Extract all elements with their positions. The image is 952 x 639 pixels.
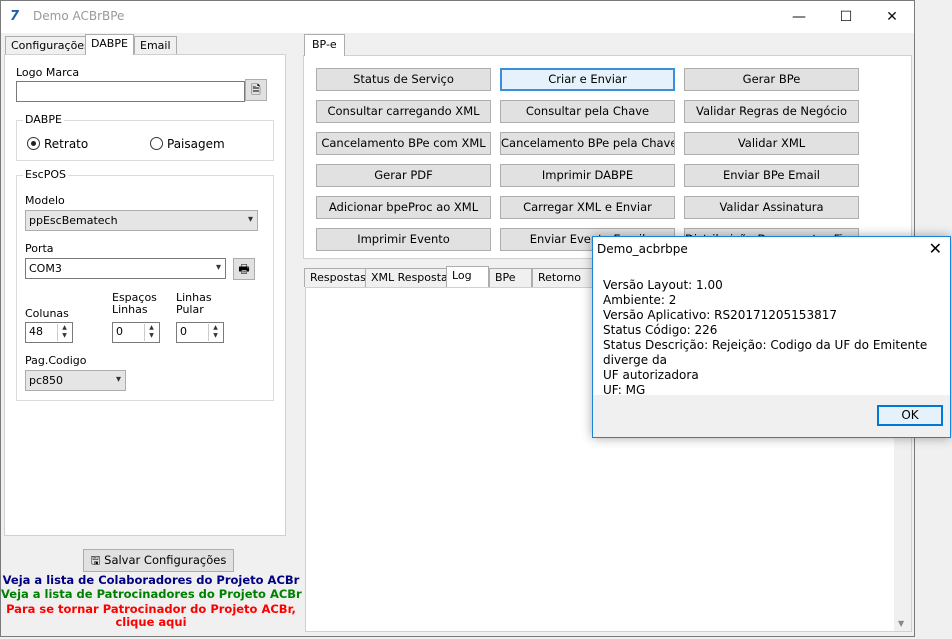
- cancelamento-xml-button[interactable]: Cancelamento BPe com XML: [316, 132, 491, 155]
- tornar-patrocinador-link[interactable]: Para se tornar Patrocinador do Projeto A…: [1, 602, 301, 616]
- spin-down-icon[interactable]: ▼: [209, 332, 222, 340]
- file-icon: 🗎: [251, 83, 261, 97]
- imprimir-dabpe-button[interactable]: Imprimir DABPE: [500, 164, 675, 187]
- dialog-footer: OK: [593, 395, 950, 437]
- consultar-chave-button[interactable]: Consultar pela Chave: [500, 100, 675, 123]
- chevron-down-icon: ▾: [115, 374, 121, 385]
- tab-bpe-result[interactable]: BPe: [489, 268, 532, 287]
- spin-up-icon[interactable]: ▲: [145, 324, 158, 332]
- espacos-stepper[interactable]: 0 ▲ ▼: [112, 322, 160, 343]
- criar-enviar-button[interactable]: Criar e Enviar: [500, 68, 675, 91]
- spin-up-icon[interactable]: ▲: [58, 324, 71, 332]
- espacos-label-2: Linhas: [112, 303, 148, 316]
- logo-marca-label: Logo Marca: [16, 66, 80, 79]
- printer-config-button[interactable]: 🖶: [233, 258, 255, 280]
- escpos-group-title: EscPOS: [23, 168, 69, 181]
- dialog-line: Status Código: 226: [603, 323, 718, 337]
- status-servico-button[interactable]: Status de Serviço: [316, 68, 491, 91]
- gerar-bpe-button[interactable]: Gerar BPe: [684, 68, 859, 91]
- tab-retorno[interactable]: Retorno Co: [532, 268, 594, 301]
- maximize-button[interactable]: ☐: [823, 1, 869, 33]
- chevron-down-icon: ▾: [247, 214, 253, 225]
- tab-xml-resposta[interactable]: XML Resposta: [365, 268, 454, 287]
- dialog-close-button[interactable]: ✕: [929, 239, 942, 258]
- modelo-label: Modelo: [25, 194, 65, 207]
- enviar-bpe-email-button[interactable]: Enviar BPe Email: [684, 164, 859, 187]
- spin-down-icon[interactable]: ▼: [145, 332, 158, 340]
- modelo-value: ppEscBematech: [29, 214, 118, 227]
- modelo-select[interactable]: ppEscBematech ▾: [25, 210, 258, 231]
- porta-label: Porta: [25, 242, 54, 255]
- porta-value: COM3: [29, 262, 62, 275]
- dialog-line: Ambiente: 2: [603, 293, 677, 307]
- salvar-configuracoes-button[interactable]: 🖫 Salvar Configurações: [83, 549, 234, 572]
- clique-aqui-link[interactable]: clique aqui: [1, 615, 301, 629]
- retrato-label: Retrato: [44, 137, 89, 151]
- paisagem-label: Paisagem: [167, 137, 225, 151]
- paisagem-radio[interactable]: [150, 137, 163, 150]
- tab-bpe[interactable]: BP-e: [304, 34, 345, 56]
- dabpe-group-title: DABPE: [23, 113, 64, 126]
- dabpe-group: DABPE Retrato Paisagem: [16, 113, 274, 161]
- dabpe-panel: Logo Marca 🗎 DABPE Retrato Paisagem EscP…: [4, 54, 286, 536]
- consultar-xml-button[interactable]: Consultar carregando XML: [316, 100, 491, 123]
- salvar-label: Salvar Configurações: [104, 553, 227, 567]
- carregar-xml-enviar-button[interactable]: Carregar XML e Enviar: [500, 196, 675, 219]
- cancelamento-chave-button[interactable]: Cancelamento BPe pela Chave: [500, 132, 675, 155]
- gerar-pdf-button[interactable]: Gerar PDF: [316, 164, 491, 187]
- printer-icon: 🖶: [238, 262, 250, 276]
- close-button[interactable]: ✕: [869, 1, 915, 33]
- pagcodigo-label: Pag.Codigo: [25, 354, 87, 367]
- porta-select[interactable]: COM3 ▾: [25, 258, 226, 279]
- tab-log[interactable]: Log: [446, 266, 489, 287]
- tab-dabpe[interactable]: DABPE: [85, 34, 134, 55]
- dialog-title: Demo_acbrbpe: [597, 242, 688, 256]
- spin-down-icon[interactable]: ▼: [58, 332, 71, 340]
- dialog-line: Status Descrição: Rejeição: Codigo da UF…: [603, 338, 928, 367]
- validar-assinatura-button[interactable]: Validar Assinatura: [684, 196, 859, 219]
- acbr-logo-icon: 7: [10, 9, 20, 24]
- title-bar[interactable]: 7 Demo ACBrBPe — ☐ ✕: [1, 1, 914, 33]
- retrato-radio[interactable]: [27, 137, 40, 150]
- espacos-value: 0: [116, 325, 123, 338]
- dialog-message: Versão Layout: 1.00 Ambiente: 2 Versão A…: [603, 278, 948, 398]
- dialog-line: Versão Layout: 1.00: [603, 278, 723, 292]
- colaboradores-link[interactable]: Veja a lista de Colaboradores do Projeto…: [1, 573, 301, 587]
- escpos-group: EscPOS Modelo ppEscBematech ▾ Porta COM3…: [16, 168, 274, 401]
- minimize-button[interactable]: —: [776, 1, 822, 33]
- linhas-stepper[interactable]: 0 ▲ ▼: [176, 322, 224, 343]
- spin-up-icon[interactable]: ▲: [209, 324, 222, 332]
- adicionar-bpeproc-button[interactable]: Adicionar bpeProc ao XML: [316, 196, 491, 219]
- tab-email[interactable]: Email: [134, 36, 177, 55]
- imprimir-evento-button[interactable]: Imprimir Evento: [316, 228, 491, 251]
- browse-file-button[interactable]: 🗎: [245, 79, 267, 101]
- window-title: Demo ACBrBPe: [33, 9, 125, 23]
- colunas-value: 48: [29, 325, 43, 338]
- logo-marca-input[interactable]: [16, 81, 245, 102]
- pagcodigo-value: pc850: [29, 374, 64, 387]
- validar-regras-button[interactable]: Validar Regras de Negócio: [684, 100, 859, 123]
- message-dialog: Demo_acbrbpe ✕ Versão Layout: 1.00 Ambie…: [592, 236, 951, 438]
- dialog-line: UF autorizadora: [603, 368, 699, 382]
- save-icon: 🖫: [90, 553, 101, 567]
- validar-xml-button[interactable]: Validar XML: [684, 132, 859, 155]
- ok-button[interactable]: OK: [877, 405, 943, 426]
- pagcodigo-select[interactable]: pc850 ▾: [25, 370, 126, 391]
- scroll-down-icon[interactable]: ▼: [898, 619, 904, 628]
- tab-respostas[interactable]: Respostas: [304, 268, 372, 287]
- colunas-stepper[interactable]: 48 ▲ ▼: [25, 322, 73, 343]
- linhas-label-2: Pular: [176, 303, 204, 316]
- patrocinadores-link[interactable]: Veja a lista de Patrocinadores do Projet…: [1, 587, 302, 601]
- dialog-line: Versão Aplicativo: RS20171205153817: [603, 308, 837, 322]
- colunas-label: Colunas: [25, 307, 69, 320]
- linhas-value: 0: [180, 325, 187, 338]
- tab-configuracoes[interactable]: Configurações: [5, 36, 96, 55]
- chevron-down-icon: ▾: [215, 262, 221, 273]
